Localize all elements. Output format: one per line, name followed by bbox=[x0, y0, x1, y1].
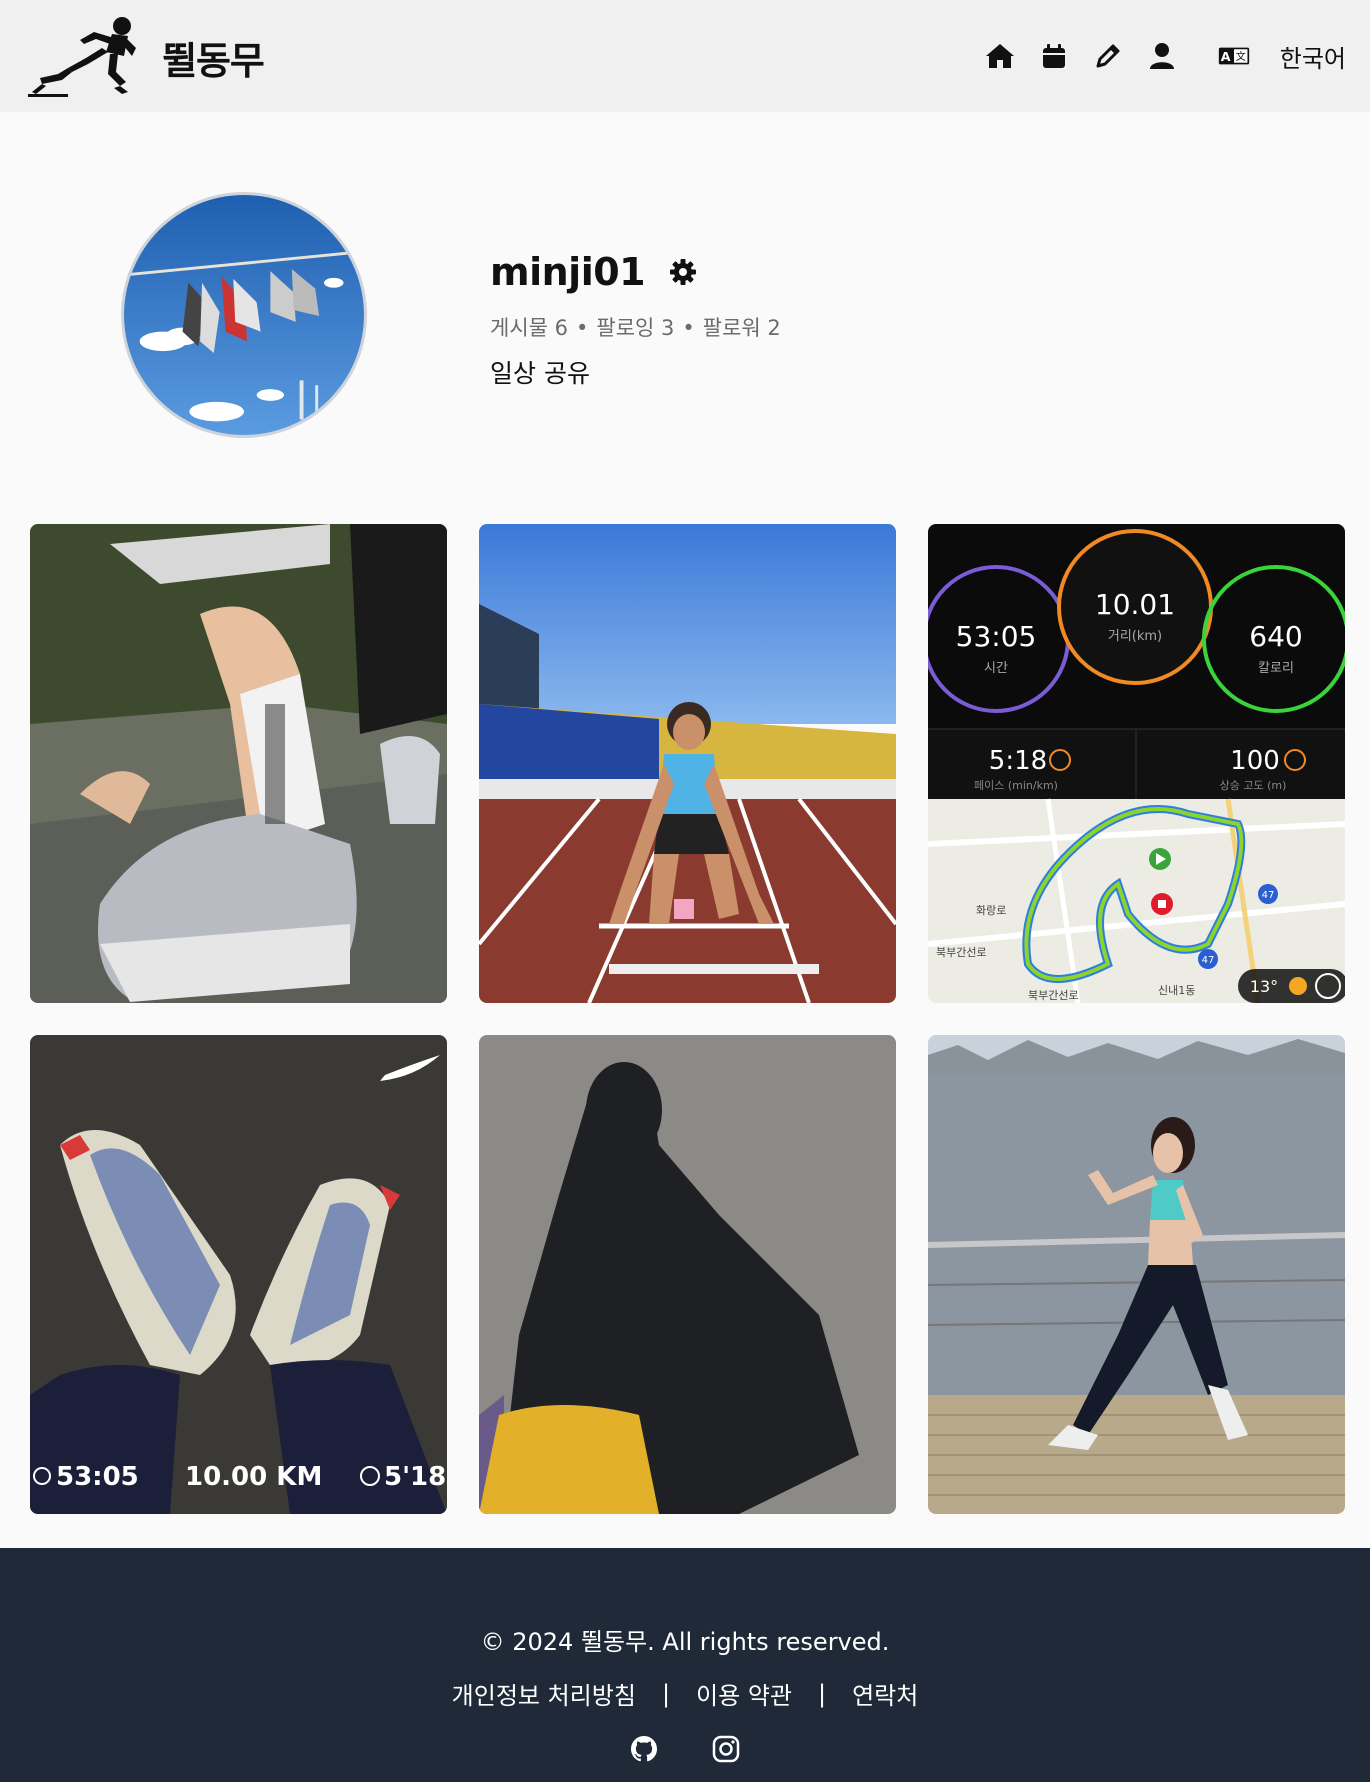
map-road-label-4: 신내1동 bbox=[1158, 984, 1195, 997]
home-icon[interactable] bbox=[984, 40, 1016, 72]
svg-text:文: 文 bbox=[1235, 50, 1245, 63]
route-badge-1: 47 bbox=[1262, 890, 1275, 901]
translate-icon[interactable]: A文 bbox=[1218, 40, 1250, 72]
privacy-policy-link[interactable]: 개인정보 처리방침 bbox=[452, 1676, 636, 1711]
stats-separator: • bbox=[682, 316, 695, 340]
run-time-overlay: 53:05 bbox=[56, 1462, 139, 1492]
profile-bio: 일상 공유 bbox=[490, 359, 590, 388]
followers-count[interactable]: 팔로워 2 bbox=[703, 316, 781, 340]
svg-text:A: A bbox=[1220, 49, 1230, 64]
gear-icon[interactable] bbox=[667, 256, 699, 288]
profile-username: minji01 bbox=[490, 250, 646, 294]
run-calories-label: 칼로리 bbox=[1258, 661, 1294, 676]
posts-grid: 53:05 시간 10.01 거리(km) 640 칼로리 5:18 페이스 (… bbox=[30, 524, 1346, 1514]
map-road-label-1: 북부간선로 bbox=[936, 946, 987, 959]
map-road-label-2: 북부간선로 bbox=[1028, 989, 1079, 1002]
run-calories-value: 640 bbox=[1249, 620, 1302, 653]
run-pace-label: 페이스 (min/km) bbox=[974, 779, 1058, 792]
run-distance-value: 10.01 bbox=[1095, 588, 1175, 621]
logo-text: 뛸동무 bbox=[162, 38, 265, 83]
footer-links: 개인정보 처리방침 | 이용 약관 | 연락처 bbox=[0, 1676, 1370, 1711]
footer-separator: | bbox=[817, 1679, 827, 1708]
post-thumbnail-2[interactable] bbox=[479, 524, 896, 1003]
footer-separator: | bbox=[661, 1679, 671, 1708]
username-row: minji01 bbox=[490, 250, 699, 294]
route-badge-2: 47 bbox=[1202, 955, 1215, 966]
post-thumbnail-1[interactable] bbox=[30, 524, 447, 1003]
language-selector[interactable]: 한국어 bbox=[1280, 39, 1346, 74]
calendar-icon[interactable] bbox=[1038, 40, 1070, 72]
terms-link[interactable]: 이용 약관 bbox=[696, 1676, 792, 1711]
site-footer: © 2024 뛸동무. All rights reserved. 개인정보 처리… bbox=[0, 1548, 1370, 1782]
site-header: 뛸동무 A文 한국어 bbox=[0, 0, 1370, 112]
run-distance-overlay: 10.00 KM bbox=[185, 1462, 322, 1492]
copyright-text: © 2024 뛸동무. All rights reserved. bbox=[480, 1628, 890, 1656]
social-links bbox=[0, 1734, 1370, 1764]
run-pace-value: 5:18 bbox=[989, 746, 1047, 776]
run-time-value: 53:05 bbox=[956, 620, 1037, 653]
post-thumbnail-6[interactable] bbox=[928, 1035, 1345, 1514]
pencil-icon[interactable] bbox=[1092, 40, 1124, 72]
weather-temperature: 13° bbox=[1250, 977, 1278, 996]
post-thumbnail-4[interactable]: 53:05 10.00 KM 5'18' bbox=[30, 1035, 447, 1514]
stats-separator: • bbox=[576, 316, 589, 340]
run-distance-label: 거리(km) bbox=[1108, 629, 1162, 644]
profile-stats: 게시물 6 • 팔로잉 3 • 팔로워 2 bbox=[490, 312, 781, 342]
posts-count[interactable]: 게시물 6 bbox=[490, 316, 568, 340]
main-nav: A文 한국어 bbox=[962, 36, 1346, 76]
run-pace-overlay: 5'18' bbox=[384, 1462, 447, 1492]
map-road-label-3: 화랑로 bbox=[976, 904, 1006, 917]
user-icon[interactable] bbox=[1146, 40, 1178, 72]
post-thumbnail-5[interactable] bbox=[479, 1035, 896, 1514]
instagram-icon[interactable] bbox=[711, 1734, 741, 1764]
github-icon[interactable] bbox=[629, 1734, 659, 1764]
run-elevation-value: 100 bbox=[1230, 746, 1280, 776]
logo-link[interactable]: 뛸동무 bbox=[28, 12, 265, 102]
run-elevation-label: 상승 고도 (m) bbox=[1220, 779, 1287, 792]
post-thumbnail-3[interactable]: 53:05 시간 10.01 거리(km) 640 칼로리 5:18 페이스 (… bbox=[928, 524, 1345, 1003]
runner-logo-icon bbox=[28, 12, 150, 102]
contact-link[interactable]: 연락처 bbox=[852, 1676, 918, 1711]
profile-avatar bbox=[121, 192, 367, 438]
following-count[interactable]: 팔로잉 3 bbox=[596, 316, 674, 340]
run-time-label: 시간 bbox=[984, 661, 1008, 676]
